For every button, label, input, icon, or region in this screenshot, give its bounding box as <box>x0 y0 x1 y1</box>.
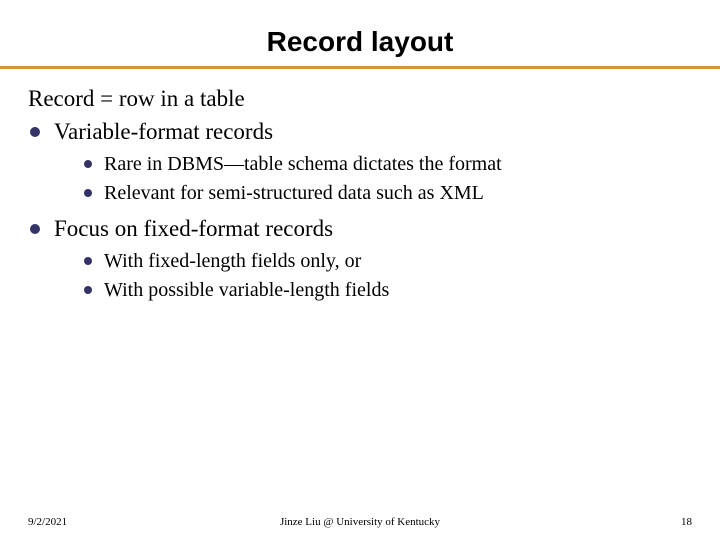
sub-bullet-list: With fixed-length fields only, or With p… <box>54 248 692 304</box>
list-item-label: Variable-format records <box>54 119 273 144</box>
list-item: Variable-format records Rare in DBMS—tab… <box>28 116 692 207</box>
list-item-label: Relevant for semi-structured data such a… <box>104 182 484 204</box>
sub-bullet-list: Rare in DBMS—table schema dictates the f… <box>54 151 692 207</box>
list-item: With fixed-length fields only, or <box>82 248 692 275</box>
list-item: Focus on fixed-format records With fixed… <box>28 213 692 304</box>
list-item: With possible variable-length fields <box>82 277 692 304</box>
list-item: Relevant for semi-structured data such a… <box>82 180 692 207</box>
footer-page-number: 18 <box>681 516 692 528</box>
bullet-list: Variable-format records Rare in DBMS—tab… <box>28 116 692 304</box>
slide-body: Record = row in a table Variable-format … <box>0 69 720 304</box>
list-item: Rare in DBMS—table schema dictates the f… <box>82 151 692 178</box>
footer-attribution: Jinze Liu @ University of Kentucky <box>0 516 720 528</box>
intro-text: Record = row in a table <box>28 83 692 114</box>
list-item-label: With possible variable-length fields <box>104 279 389 301</box>
slide-title: Record layout <box>0 0 720 66</box>
list-item-label: Rare in DBMS—table schema dictates the f… <box>104 153 502 175</box>
slide: Record layout Record = row in a table Va… <box>0 0 720 540</box>
list-item-label: With fixed-length fields only, or <box>104 250 361 272</box>
list-item-label: Focus on fixed-format records <box>54 216 333 241</box>
